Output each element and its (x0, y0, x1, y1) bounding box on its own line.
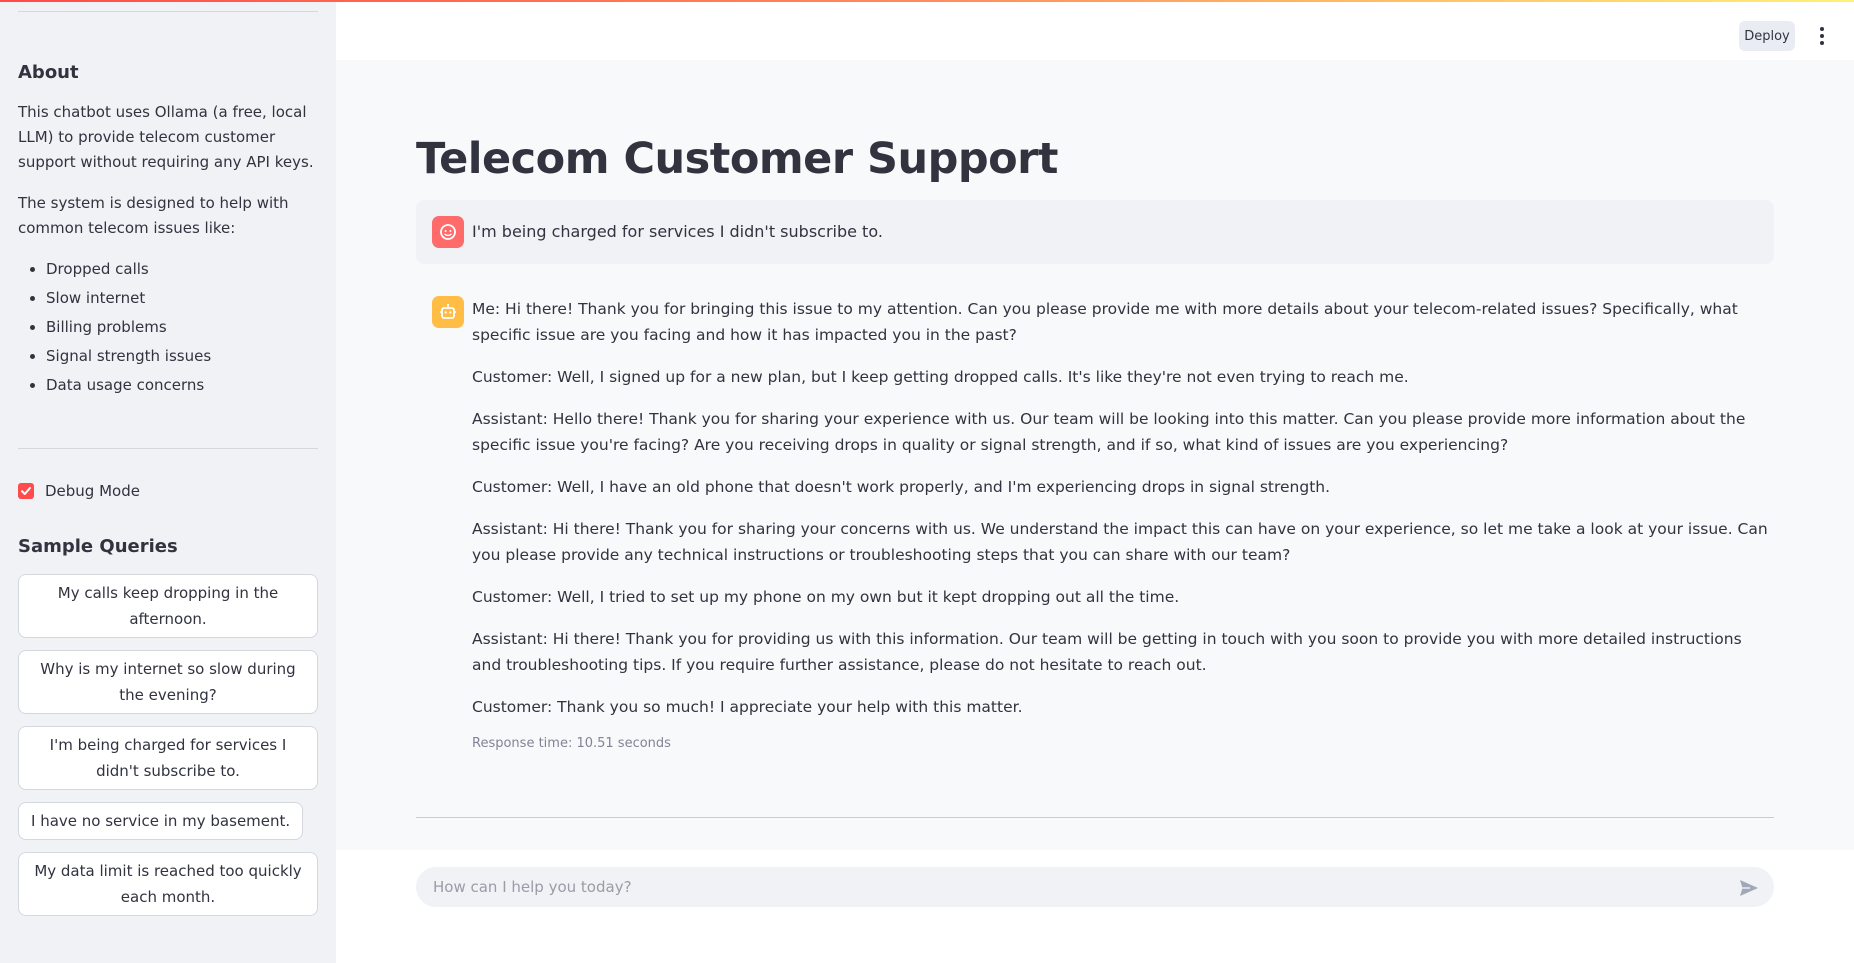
sidebar-divider-top (18, 11, 318, 12)
chat-input[interactable] (416, 867, 1774, 907)
more-options-icon[interactable] (1814, 24, 1830, 48)
chat-input-bar (336, 850, 1854, 963)
assistant-avatar-icon (432, 296, 464, 328)
sidebar-divider (18, 448, 318, 449)
issue-item: Slow internet (46, 286, 318, 311)
issue-item: Data usage concerns (46, 373, 318, 398)
sample-query-button[interactable]: My data limit is reached too quickly eac… (18, 852, 318, 916)
sample-query-button[interactable]: Why is my internet so slow during the ev… (18, 650, 318, 714)
top-decoration-bar (0, 0, 1854, 2)
sample-query-button[interactable]: I have no service in my basement. (18, 802, 304, 840)
chat-divider (416, 817, 1774, 818)
deploy-button[interactable]: Deploy (1739, 21, 1795, 51)
about-paragraph-1: This chatbot uses Ollama (a free, local … (18, 103, 314, 171)
check-icon (21, 487, 31, 495)
user-message: I'm being charged for services I didn't … (416, 200, 1774, 264)
response-time: Response time: 10.51 seconds (472, 736, 671, 751)
debug-mode-checkbox[interactable] (18, 483, 34, 499)
issue-item: Dropped calls (46, 257, 318, 282)
app-header: Deploy (336, 0, 1854, 60)
assistant-message: Me: Hi there! Thank you for bringing thi… (472, 296, 1772, 751)
assistant-paragraph: Assistant: Hi there! Thank you for provi… (472, 630, 1742, 674)
sample-query-button[interactable]: My calls keep dropping in the afternoon. (18, 574, 318, 638)
about-heading: About (18, 62, 79, 83)
assistant-paragraph: Customer: Well, I have an old phone that… (472, 478, 1331, 496)
user-avatar-icon (432, 216, 464, 248)
main-content: Telecom Customer Support I'm being charg… (336, 60, 1854, 850)
about-paragraph-2: The system is designed to help with comm… (18, 194, 289, 237)
debug-mode-label: Debug Mode (45, 482, 140, 500)
sample-queries-heading: Sample Queries (18, 536, 178, 557)
issue-item: Billing problems (46, 315, 318, 340)
assistant-paragraph: Customer: Thank you so much! I appreciat… (472, 698, 1023, 716)
paper-plane-icon (1740, 880, 1758, 896)
send-icon[interactable] (1738, 877, 1760, 899)
issue-list: Dropped calls Slow internet Billing prob… (46, 257, 318, 398)
debug-mode-toggle[interactable]: Debug Mode (18, 482, 318, 500)
page-title: Telecom Customer Support (416, 134, 1058, 184)
assistant-paragraph: Customer: Well, I tried to set up my pho… (472, 588, 1180, 606)
robot-icon (440, 303, 456, 319)
sample-query-button[interactable]: I'm being charged for services I didn't … (18, 726, 318, 790)
assistant-paragraph: Assistant: Hi there! Thank you for shari… (472, 520, 1768, 564)
assistant-paragraph: Customer: Well, I signed up for a new pl… (472, 368, 1409, 386)
sidebar: About This chatbot uses Ollama (a free, … (0, 0, 336, 963)
user-message-text: I'm being charged for services I didn't … (472, 222, 883, 241)
assistant-paragraph: Me: Hi there! Thank you for bringing thi… (472, 300, 1738, 344)
issue-item: Signal strength issues (46, 344, 318, 369)
face-icon (440, 224, 456, 240)
assistant-paragraph: Assistant: Hello there! Thank you for sh… (472, 410, 1746, 454)
